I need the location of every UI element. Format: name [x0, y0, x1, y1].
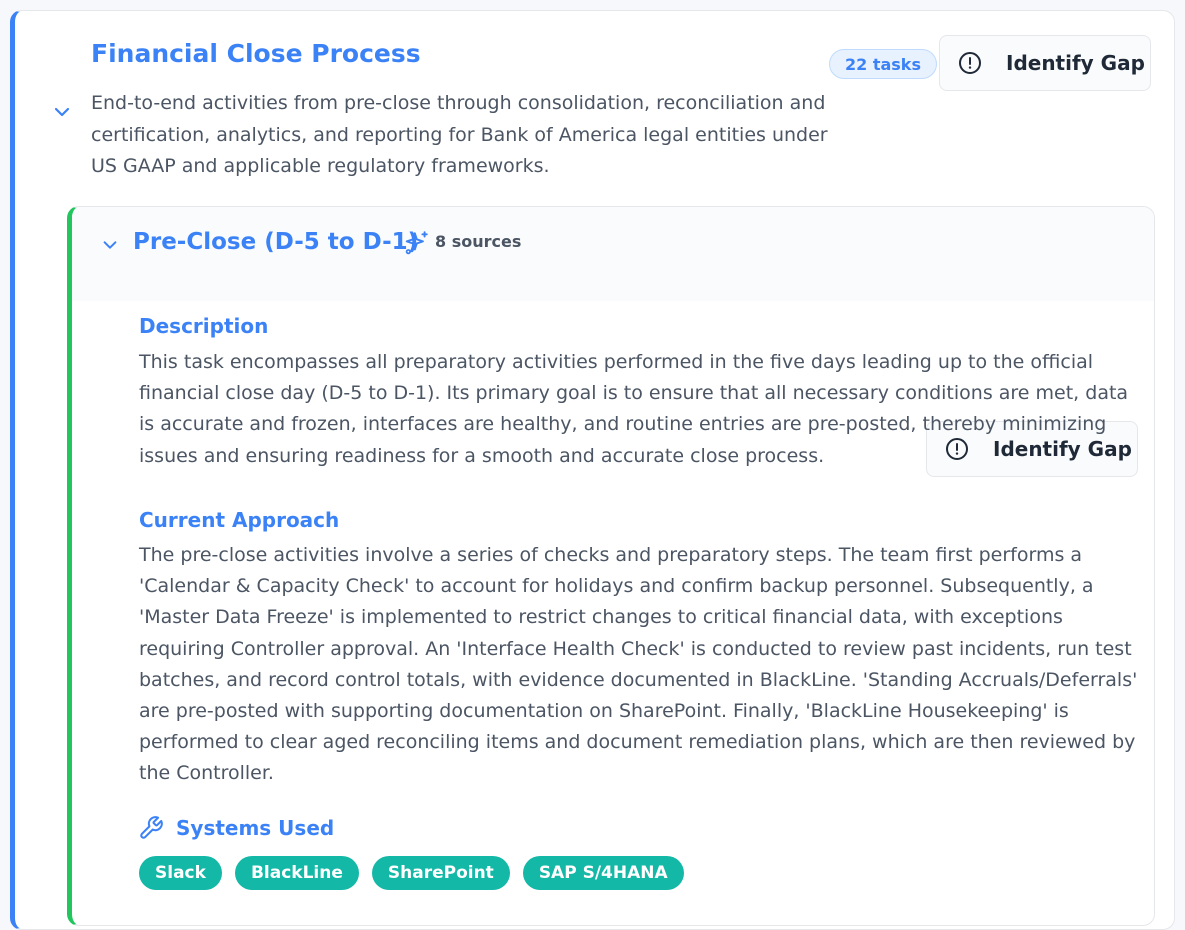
system-chip[interactable]: Slack: [139, 856, 222, 890]
system-chip[interactable]: SharePoint: [371, 856, 510, 890]
sparkles-icon: [405, 231, 428, 255]
process-description: End-to-end activities from pre-close thr…: [91, 92, 828, 177]
chevron-down-icon[interactable]: [98, 233, 122, 257]
process-title: Financial Close Process: [91, 39, 421, 68]
task-count-badge: 22 tasks: [829, 49, 937, 79]
alert-circle-icon: [959, 52, 981, 74]
description-heading: Description: [139, 314, 269, 338]
chevron-down-icon[interactable]: [49, 99, 75, 125]
identify-gap-button[interactable]: Identify Gap: [939, 35, 1151, 91]
task-card: Pre-Close (D-5 to D-1) 8 sources Identif…: [67, 206, 1155, 926]
approach-text: The pre-close activities involve a serie…: [139, 544, 1138, 785]
description-text: This task encompasses all preparatory ac…: [139, 351, 1129, 467]
process-card: Financial Close Process End-to-end activ…: [10, 10, 1175, 930]
wrench-icon: [140, 816, 163, 839]
identify-gap-label: Identify Gap: [1006, 51, 1145, 75]
sources-count[interactable]: 8 sources: [435, 232, 521, 251]
systems-chips: Slack BlackLine SharePoint SAP S/4HANA: [139, 856, 684, 890]
system-chip[interactable]: BlackLine: [234, 856, 359, 890]
systems-heading: Systems Used: [176, 816, 335, 840]
system-chip[interactable]: SAP S/4HANA: [522, 856, 684, 890]
approach-heading: Current Approach: [139, 508, 340, 532]
task-title[interactable]: Pre-Close (D-5 to D-1): [133, 229, 418, 255]
